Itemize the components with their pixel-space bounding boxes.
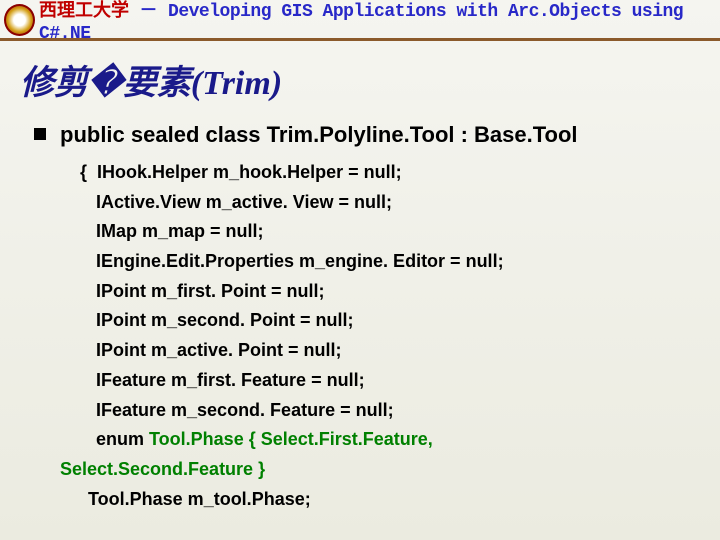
slide-title: 修剪�要素(Trim) [20, 55, 720, 104]
code-line: IFeature m_first. Feature = null; [96, 366, 720, 396]
header-english: Developing GIS Applications with Arc.Obj… [39, 2, 683, 44]
code-line: IMap m_map = null; [96, 217, 720, 247]
header-text: 西理工大学 － Developing GIS Applications with… [39, 0, 720, 44]
enum-keyword: enum [96, 429, 144, 449]
class-declaration: public sealed class Trim.Polyline.Tool :… [60, 122, 578, 148]
code-enum-continuation: Select.Second.Feature } [60, 455, 720, 485]
enum-body: Tool.Phase { Select.First.Feature, [144, 429, 433, 449]
open-brace: { [80, 158, 87, 188]
code-text: IHook.Helper m_hook.Helper = null; [97, 162, 402, 182]
header-bar: 西理工大学 － Developing GIS Applications with… [0, 0, 720, 36]
code-line: IPoint m_active. Point = null; [96, 336, 720, 366]
header-chinese: 西理工大学 [39, 0, 129, 20]
content-area: public sealed class Trim.Polyline.Tool :… [0, 122, 720, 514]
code-line: Tool.Phase m_tool.Phase; [88, 485, 720, 515]
code-line: IEngine.Edit.Properties m_engine. Editor… [96, 247, 720, 277]
code-block: { IHook.Helper m_hook.Helper = null; IAc… [34, 158, 720, 514]
code-line: IFeature m_second. Feature = null; [96, 396, 720, 426]
code-enum-line: enum Tool.Phase { Select.First.Feature, [96, 425, 720, 455]
university-logo [4, 4, 35, 36]
code-line: IPoint m_first. Point = null; [96, 277, 720, 307]
code-line: { IHook.Helper m_hook.Helper = null; [96, 158, 720, 188]
header-separator: － [140, 0, 158, 20]
bullet-item: public sealed class Trim.Polyline.Tool :… [34, 122, 720, 148]
code-line: IPoint m_second. Point = null; [96, 306, 720, 336]
square-bullet-icon [34, 128, 46, 140]
code-line: IActive.View m_active. View = null; [96, 188, 720, 218]
